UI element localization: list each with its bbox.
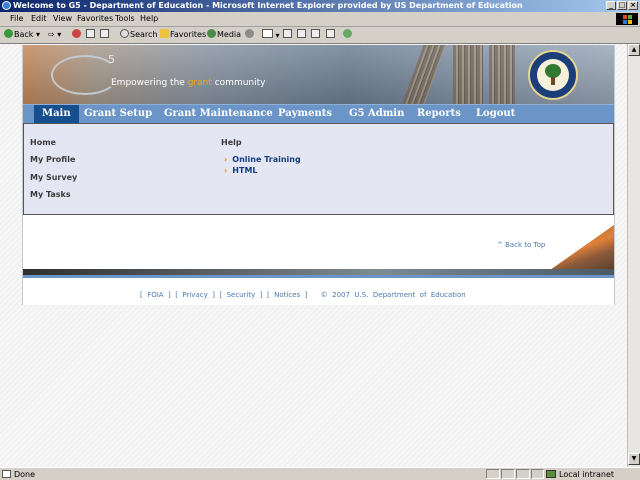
back-arrow-icon	[4, 29, 13, 38]
nav-g5-admin[interactable]: G5 Admin	[349, 105, 404, 123]
favorites-button[interactable]: Favorites	[160, 29, 206, 41]
nav-grant-maintenance[interactable]: Grant Maintenance	[164, 105, 273, 123]
research-icon	[326, 29, 335, 38]
mail-button[interactable]: ▾	[262, 29, 280, 41]
media-button[interactable]: Media	[207, 29, 241, 41]
messenger-button[interactable]	[343, 29, 353, 41]
menu-bar: File Edit View Favorites Tools Help	[0, 12, 640, 27]
forward-arrow-icon: ⇨	[48, 30, 55, 39]
scroll-up-button[interactable]: ▲	[628, 44, 640, 56]
search-button[interactable]: Search	[120, 29, 157, 41]
site-tagline: Empowering the grant community	[111, 78, 266, 88]
history-icon	[245, 29, 254, 38]
chevron-right-icon: ›	[224, 166, 228, 175]
footer-copyright: © 2007 U.S. Department of Education	[320, 291, 466, 299]
help-heading: Help	[221, 138, 242, 147]
browser-toolbar: Back ▾ ⇨ ▾ Search Favorites Media ▾	[0, 27, 640, 44]
window-title: Welcome to G5 - Department of Education …	[13, 1, 523, 10]
scroll-down-button[interactable]: ▼	[628, 453, 640, 465]
footer-divider	[23, 275, 614, 278]
ie-logo-icon	[2, 1, 11, 10]
footer-link-security[interactable]: Security	[227, 291, 256, 299]
chevron-right-icon: ›	[224, 155, 228, 164]
page-icon	[2, 470, 11, 478]
department-of-education-seal-icon	[528, 50, 578, 100]
link-html[interactable]: › HTML	[224, 166, 258, 175]
library-shelf-image	[453, 45, 483, 104]
classroom-photo	[550, 225, 614, 270]
nav-main[interactable]: Main	[34, 105, 79, 123]
main-content-panel: Home My Profile My Survey My Tasks Help …	[23, 123, 614, 215]
media-icon	[207, 29, 216, 38]
research-button[interactable]	[326, 29, 336, 41]
link-home[interactable]: Home	[30, 138, 56, 147]
mail-icon	[262, 29, 273, 38]
intranet-zone-icon	[546, 470, 556, 478]
refresh-button[interactable]	[86, 29, 96, 41]
stop-button[interactable]	[72, 29, 82, 41]
footer-link-notices[interactable]: Notices	[274, 291, 300, 299]
main-navigation: Main Grant Setup Grant Maintenance Payme…	[23, 104, 614, 123]
home-button[interactable]	[100, 29, 110, 41]
print-icon	[283, 29, 292, 38]
nav-reports[interactable]: Reports	[417, 105, 461, 123]
home-icon	[100, 29, 109, 38]
footer-link-privacy[interactable]: Privacy	[182, 291, 207, 299]
close-button[interactable]: ×	[628, 1, 638, 10]
stop-icon	[72, 29, 81, 38]
link-my-profile[interactable]: My Profile	[30, 155, 75, 164]
menu-view[interactable]: View	[53, 14, 72, 23]
link-my-tasks[interactable]: My Tasks	[30, 190, 71, 199]
g5-site: 5 Empowering the grant community Main Gr…	[22, 45, 615, 305]
menu-edit[interactable]: Edit	[31, 14, 47, 23]
nav-grant-setup[interactable]: Grant Setup	[84, 105, 152, 123]
status-bar: Done Local intranet	[0, 467, 640, 480]
back-button[interactable]: Back ▾	[4, 29, 40, 41]
library-shelf-image	[489, 45, 515, 104]
edit-icon	[297, 29, 306, 38]
footer-links: [ FOIA ] [ Privacy ] [ Security ] [ Noti…	[140, 291, 466, 299]
discuss-icon	[311, 29, 320, 38]
vertical-scrollbar[interactable]: ▲ ▼	[627, 44, 640, 467]
menu-file[interactable]: File	[10, 14, 23, 23]
messenger-icon	[343, 29, 352, 38]
back-to-top-link[interactable]: ^ Back to Top	[497, 241, 545, 249]
nav-payments[interactable]: Payments	[278, 105, 332, 123]
forward-button[interactable]: ⇨ ▾	[48, 29, 61, 41]
minimize-button[interactable]: _	[606, 1, 616, 10]
menu-help[interactable]: Help	[140, 14, 158, 23]
edit-button[interactable]	[297, 29, 307, 41]
site-banner: 5 Empowering the grant community	[23, 45, 614, 104]
security-zone-label: Local intranet	[559, 470, 615, 479]
history-button[interactable]	[245, 29, 255, 41]
menu-favorites[interactable]: Favorites	[77, 14, 113, 23]
menu-tools[interactable]: Tools	[115, 14, 135, 23]
maximize-button[interactable]: □	[617, 1, 627, 10]
windows-logo-icon	[616, 13, 638, 25]
search-icon	[120, 29, 129, 38]
window-title-bar: Welcome to G5 - Department of Education …	[0, 0, 640, 12]
print-button[interactable]	[283, 29, 293, 41]
nav-logout[interactable]: Logout	[476, 105, 515, 123]
footer-link-foia[interactable]: FOIA	[147, 291, 163, 299]
g5-logo-number: 5	[108, 53, 115, 66]
link-online-training[interactable]: › Online Training	[224, 155, 301, 164]
link-my-survey[interactable]: My Survey	[30, 173, 77, 182]
refresh-icon	[86, 29, 95, 38]
status-text: Done	[14, 470, 36, 479]
discuss-button[interactable]	[311, 29, 321, 41]
favorites-icon	[160, 29, 169, 38]
